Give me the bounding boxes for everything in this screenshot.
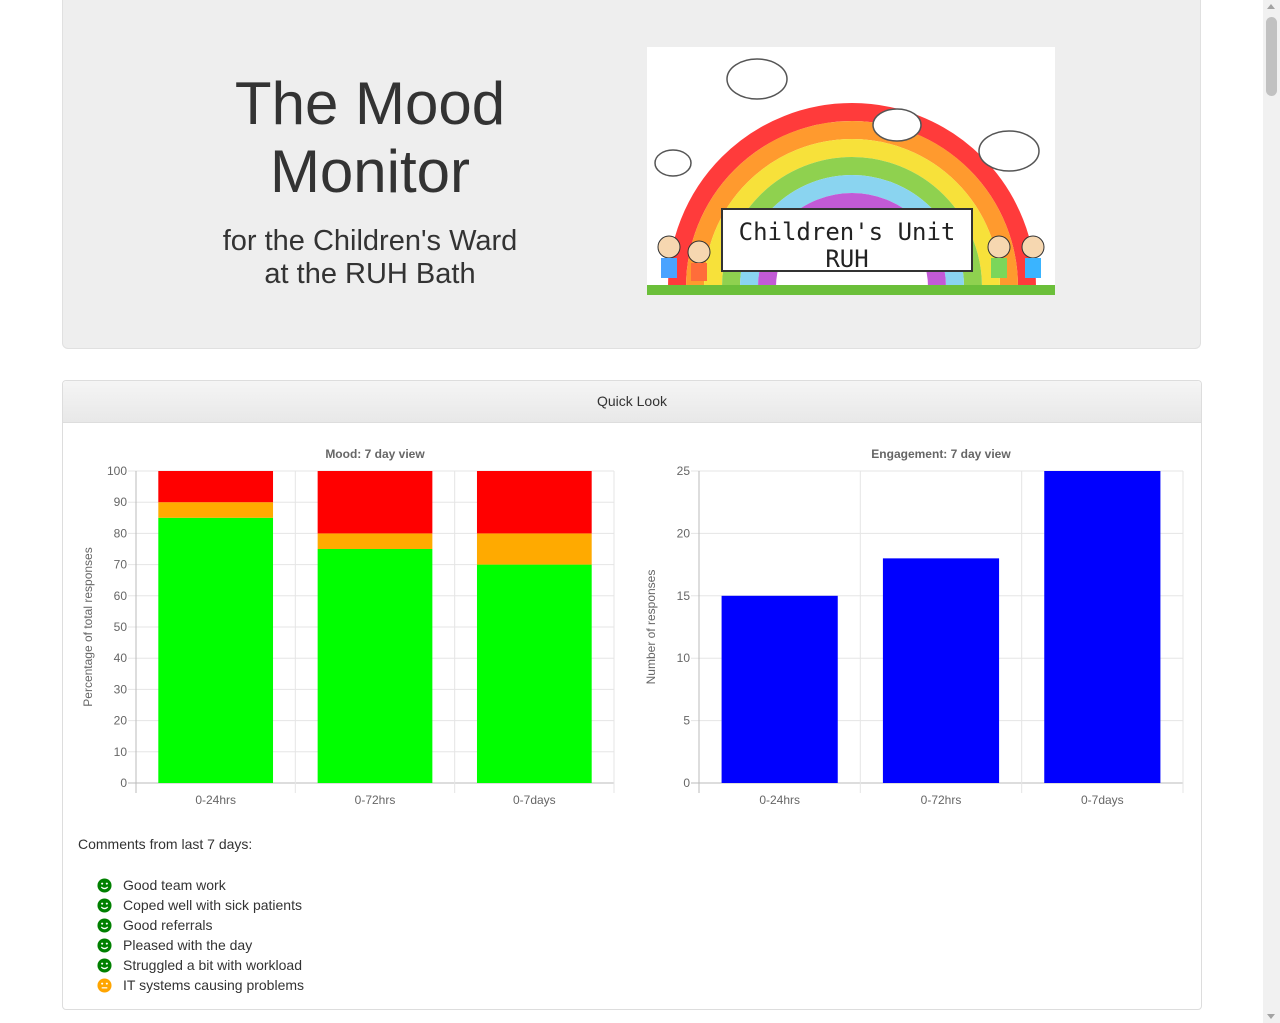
y-tick-label: 40 <box>114 651 128 665</box>
comment-list: Good team work Coped well with sick patie… <box>97 875 304 995</box>
y-tick-label: 5 <box>683 714 690 728</box>
chart-title: Mood: 7 day view <box>325 447 425 461</box>
subtitle-line-2: at the RUH Bath <box>264 258 476 290</box>
scroll-up-arrow-icon[interactable] <box>1267 4 1275 9</box>
chart-title: Engagement: 7 day view <box>871 447 1011 461</box>
header-jumbotron: The Mood Monitor for the Children's Ward… <box>62 0 1201 349</box>
bar-0-7days-series-0 <box>476 564 592 783</box>
comment-text: Good referrals <box>123 917 213 933</box>
smiley-happy-icon <box>97 878 112 893</box>
bar-0-24hrs-series-0 <box>721 595 838 783</box>
y-tick-label: 90 <box>114 495 128 509</box>
panel-heading: Quick Look <box>63 381 1201 423</box>
bar-0-24hrs-series-0 <box>158 517 274 783</box>
bar-0-72hrs-series-1 <box>317 533 433 549</box>
logo-text-line-1: Children's Unit <box>739 218 956 246</box>
bar-0-7days-series-2 <box>476 471 592 534</box>
smiley-happy-icon <box>97 898 112 913</box>
y-tick-label: 20 <box>114 714 128 728</box>
page-subtitle: for the Children's Ward at the RUH Bath <box>193 225 547 291</box>
y-tick-label: 0 <box>683 776 690 790</box>
x-tick-label: 0-24hrs <box>195 793 236 807</box>
bar-0-24hrs-series-2 <box>158 471 274 503</box>
comment-text: IT systems causing problems <box>123 977 305 993</box>
y-tick-label: 30 <box>114 682 128 696</box>
quick-look-panel: Quick Look Mood: 7 day view 0 10 20 30 40 50 60… <box>62 380 1202 1010</box>
y-axis-label: Number of responses <box>644 570 658 685</box>
y-tick-label: 0 <box>120 776 127 790</box>
smiley-neutral-icon <box>97 978 112 993</box>
comment-item: Coped well with sick patients <box>97 895 304 915</box>
comment-item: IT systems causing problems <box>97 975 304 995</box>
y-tick-label: 10 <box>677 651 691 665</box>
y-tick-label: 80 <box>114 526 128 540</box>
y-tick-label: 60 <box>114 589 128 603</box>
comment-item: Pleased with the day <box>97 935 304 955</box>
x-tick-label: 0-24hrs <box>759 793 800 807</box>
y-tick-label: 70 <box>114 558 128 572</box>
bar-0-24hrs-series-1 <box>158 502 274 518</box>
x-tick-label: 0-72hrs <box>355 793 396 807</box>
comment-text: Coped well with sick patients <box>123 897 302 913</box>
y-tick-label: 25 <box>677 464 691 478</box>
smiley-happy-icon <box>97 958 112 973</box>
smiley-happy-icon <box>97 918 112 933</box>
bar-0-7days-series-1 <box>476 533 592 565</box>
vertical-scrollbar[interactable] <box>1263 0 1280 1023</box>
comment-item: Struggled a bit with workload <box>97 955 304 975</box>
y-axis-label: Percentage of total responses <box>81 547 95 706</box>
scrollbar-thumb[interactable] <box>1266 17 1277 96</box>
x-tick-label: 0-7days <box>513 793 556 807</box>
y-tick-label: 10 <box>114 745 128 759</box>
comment-text: Good team work <box>123 877 226 893</box>
bar-0-72hrs-series-0 <box>317 549 433 783</box>
page-title: The Mood Monitor <box>234 70 506 205</box>
comment-text: Pleased with the day <box>123 937 253 953</box>
mood-chart: Mood: 7 day view 0 10 20 30 40 50 60 70 80 90 100 Pe… <box>81 447 615 807</box>
comment-item: Good referrals <box>97 915 304 935</box>
subtitle-line-1: for the Children's Ward <box>222 225 518 257</box>
y-tick-label: 20 <box>677 526 691 540</box>
scroll-down-arrow-icon[interactable] <box>1267 1014 1275 1019</box>
bar-0-72hrs-series-2 <box>317 471 433 534</box>
logo-text-line-2: RUH <box>825 245 868 273</box>
y-tick-label: 100 <box>107 464 127 478</box>
y-tick-label: 15 <box>677 589 691 603</box>
rainbow-logo-image: Children's Unit RUH <box>647 58 1055 295</box>
engagement-chart: Engagement: 7 day view 0 5 10 15 20 25 Number o… <box>644 447 1184 807</box>
bar-0-72hrs-series-0 <box>882 558 1000 783</box>
y-tick-label: 50 <box>114 620 128 634</box>
x-tick-label: 0-72hrs <box>921 793 962 807</box>
x-tick-label: 0-7days <box>1081 793 1124 807</box>
comment-text: Struggled a bit with workload <box>123 957 302 973</box>
comments-title: Comments from last 7 days: <box>78 836 253 852</box>
childrens-unit-logo: Children's Unit RUH <box>647 47 1055 295</box>
comment-item: Good team work <box>97 875 304 895</box>
smiley-happy-icon <box>97 938 112 953</box>
bar-0-7days-series-0 <box>1044 471 1161 783</box>
